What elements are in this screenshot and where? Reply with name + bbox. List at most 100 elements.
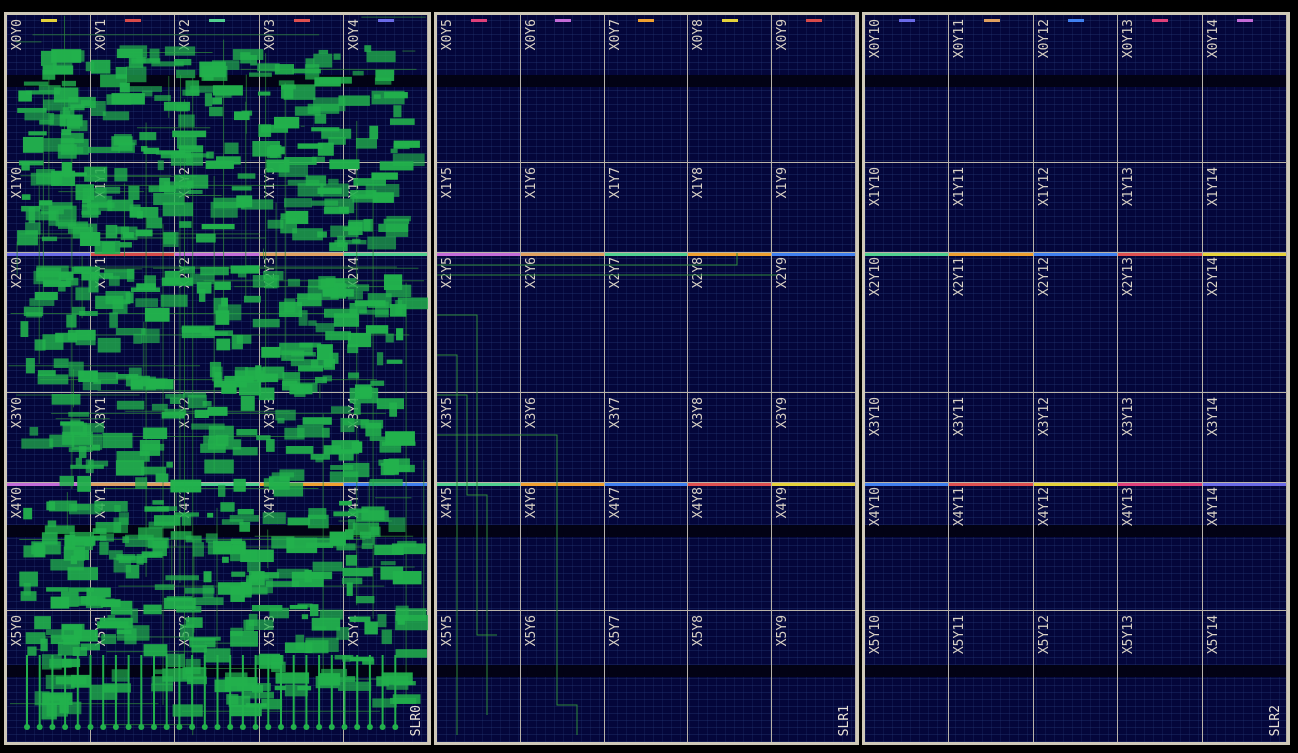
clock-region[interactable]: X4Y7	[604, 483, 689, 611]
clock-region[interactable]: X5Y6	[521, 611, 605, 742]
clock-region[interactable]: X1Y14	[1202, 163, 1287, 253]
clock-region-label: X1Y5	[440, 167, 455, 199]
clock-region[interactable]: X5Y5	[437, 611, 521, 742]
clock-region[interactable]: X1Y3	[259, 163, 344, 253]
clock-region[interactable]: X1Y5	[437, 163, 521, 253]
clock-region[interactable]: X2Y8	[688, 253, 773, 393]
clock-region[interactable]: X1Y1	[91, 163, 176, 253]
clock-region[interactable]: X4Y11	[949, 483, 1034, 611]
clock-region[interactable]: X5Y13	[1118, 611, 1203, 742]
clock-region[interactable]: X4Y9	[772, 483, 856, 611]
clock-region[interactable]: X1Y0	[7, 163, 92, 253]
clock-region[interactable]: X0Y9	[772, 15, 856, 163]
clock-region[interactable]: X0Y1	[91, 15, 176, 163]
clock-region[interactable]: X1Y12	[1033, 163, 1119, 253]
clock-spine	[437, 15, 520, 18]
clock-region[interactable]: X2Y2	[175, 253, 260, 393]
clock-region[interactable]: X5Y7	[605, 611, 689, 742]
clock-region[interactable]: X1Y2	[175, 163, 260, 253]
clock-region[interactable]: X0Y2	[175, 15, 260, 163]
clock-region[interactable]: X1Y8	[688, 163, 773, 253]
clock-region[interactable]: X1Y13	[1118, 163, 1203, 253]
clock-region[interactable]: X2Y13	[1118, 253, 1203, 393]
clock-region[interactable]: X3Y7	[604, 393, 689, 483]
clock-region[interactable]: X5Y3	[260, 611, 344, 742]
clock-region[interactable]: X3Y3	[259, 393, 344, 483]
clock-region[interactable]: X0Y3	[259, 15, 344, 163]
clock-region[interactable]: X4Y3	[259, 483, 344, 611]
clock-region[interactable]: X2Y4	[343, 253, 428, 393]
clock-region[interactable]: X0Y5	[437, 15, 521, 163]
clock-region[interactable]: X0Y4	[343, 15, 428, 163]
clock-region[interactable]: X2Y0	[7, 253, 92, 393]
clock-region[interactable]: X3Y13	[1118, 393, 1203, 483]
clock-region[interactable]: X3Y6	[520, 393, 605, 483]
clock-region[interactable]: X3Y12	[1033, 393, 1119, 483]
clock-region[interactable]: X1Y7	[604, 163, 689, 253]
clock-region[interactable]: X4Y12	[1033, 483, 1119, 611]
slr-0[interactable]: X0Y0 X0Y1 X0Y2 X0Y3 X0Y4 X1Y0 X1Y1 X1Y2 X1Y3 X1Y4…	[4, 12, 431, 745]
clock-region[interactable]: X3Y10	[865, 393, 950, 483]
slr-2[interactable]: X0Y10 X0Y11 X0Y12 X0Y13 X0Y14 X1Y10 X1Y11 X1Y12…	[862, 12, 1290, 745]
clock-region-label: X4Y8	[691, 487, 707, 519]
clock-region[interactable]: X5Y12	[1034, 611, 1119, 742]
clock-region[interactable]: X4Y1	[91, 483, 176, 611]
clock-region[interactable]: X2Y12	[1033, 253, 1119, 393]
clock-region-label: X0Y8	[691, 19, 707, 51]
clock-region[interactable]: X3Y2	[175, 393, 260, 483]
clock-region[interactable]: X4Y2	[175, 483, 260, 611]
clock-region-label: X4Y11	[952, 487, 968, 527]
clock-region[interactable]: X4Y13	[1118, 483, 1203, 611]
clock-region[interactable]: X2Y6	[520, 253, 605, 393]
clock-region-label: X1Y7	[607, 167, 623, 199]
clock-region[interactable]: X4Y0	[7, 483, 92, 611]
clock-region[interactable]: X5Y1	[91, 611, 176, 742]
clock-region[interactable]: X3Y1	[91, 393, 176, 483]
clock-region[interactable]: X3Y14	[1202, 393, 1287, 483]
clock-region[interactable]: X2Y11	[949, 253, 1034, 393]
clock-region[interactable]: X3Y5	[437, 393, 521, 483]
clock-region[interactable]: X5Y10	[865, 611, 950, 742]
clock-region[interactable]: X0Y11	[949, 15, 1034, 163]
clock-region-label: X2Y10	[868, 257, 883, 297]
clock-region[interactable]: X2Y7	[604, 253, 689, 393]
clock-region[interactable]: X0Y14	[1202, 15, 1287, 163]
clock-region[interactable]: X4Y14	[1202, 483, 1287, 611]
clock-region[interactable]: X3Y4	[343, 393, 428, 483]
clock-region[interactable]: X1Y6	[520, 163, 605, 253]
clock-region[interactable]: X0Y10	[865, 15, 950, 163]
clock-region[interactable]: X0Y6	[520, 15, 605, 163]
clock-region[interactable]: X4Y4	[343, 483, 428, 611]
clock-region[interactable]: X5Y11	[949, 611, 1034, 742]
clock-region[interactable]: X4Y8	[688, 483, 773, 611]
clock-region[interactable]: X4Y5	[437, 483, 521, 611]
clock-region[interactable]: X3Y11	[949, 393, 1034, 483]
clock-region[interactable]: X2Y3	[259, 253, 344, 393]
clock-region[interactable]: X5Y0	[7, 611, 92, 742]
clock-region[interactable]: X2Y14	[1202, 253, 1287, 393]
clock-region[interactable]: X2Y10	[865, 253, 950, 393]
clock-region[interactable]: X3Y0	[7, 393, 92, 483]
clock-region[interactable]: X0Y12	[1033, 15, 1119, 163]
clock-region[interactable]: X2Y9	[772, 253, 856, 393]
clock-region[interactable]: X5Y8	[688, 611, 773, 742]
clock-region[interactable]: X0Y7	[604, 15, 689, 163]
clock-region[interactable]: X0Y0	[7, 15, 92, 163]
clock-region[interactable]: X1Y9	[772, 163, 856, 253]
clock-region[interactable]: X1Y11	[949, 163, 1034, 253]
clock-region-label: X3Y13	[1121, 397, 1137, 437]
clock-region[interactable]: X0Y13	[1118, 15, 1203, 163]
clock-region[interactable]: X1Y4	[343, 163, 428, 253]
clock-region[interactable]: X0Y8	[688, 15, 773, 163]
clock-region[interactable]: X4Y6	[520, 483, 605, 611]
slr-1[interactable]: X0Y5 X0Y6 X0Y7 X0Y8 X0Y9 X1Y5 X1Y6 X1Y7 X1Y8 X1Y9…	[434, 12, 859, 745]
clock-region[interactable]: X2Y1	[91, 253, 176, 393]
clock-region-label: X2Y12	[1036, 257, 1052, 297]
clock-region[interactable]: X5Y2	[175, 611, 260, 742]
clock-region[interactable]: X3Y8	[688, 393, 773, 483]
clock-region[interactable]: X2Y5	[437, 253, 521, 393]
clock-region[interactable]: X1Y10	[865, 163, 950, 253]
clock-region[interactable]: X4Y10	[865, 483, 950, 611]
clock-region[interactable]: X3Y9	[772, 393, 856, 483]
device-view[interactable]: X0Y0 X0Y1 X0Y2 X0Y3 X0Y4 X1Y0 X1Y1 X1Y2 X1Y3 X1Y4…	[0, 0, 1298, 753]
